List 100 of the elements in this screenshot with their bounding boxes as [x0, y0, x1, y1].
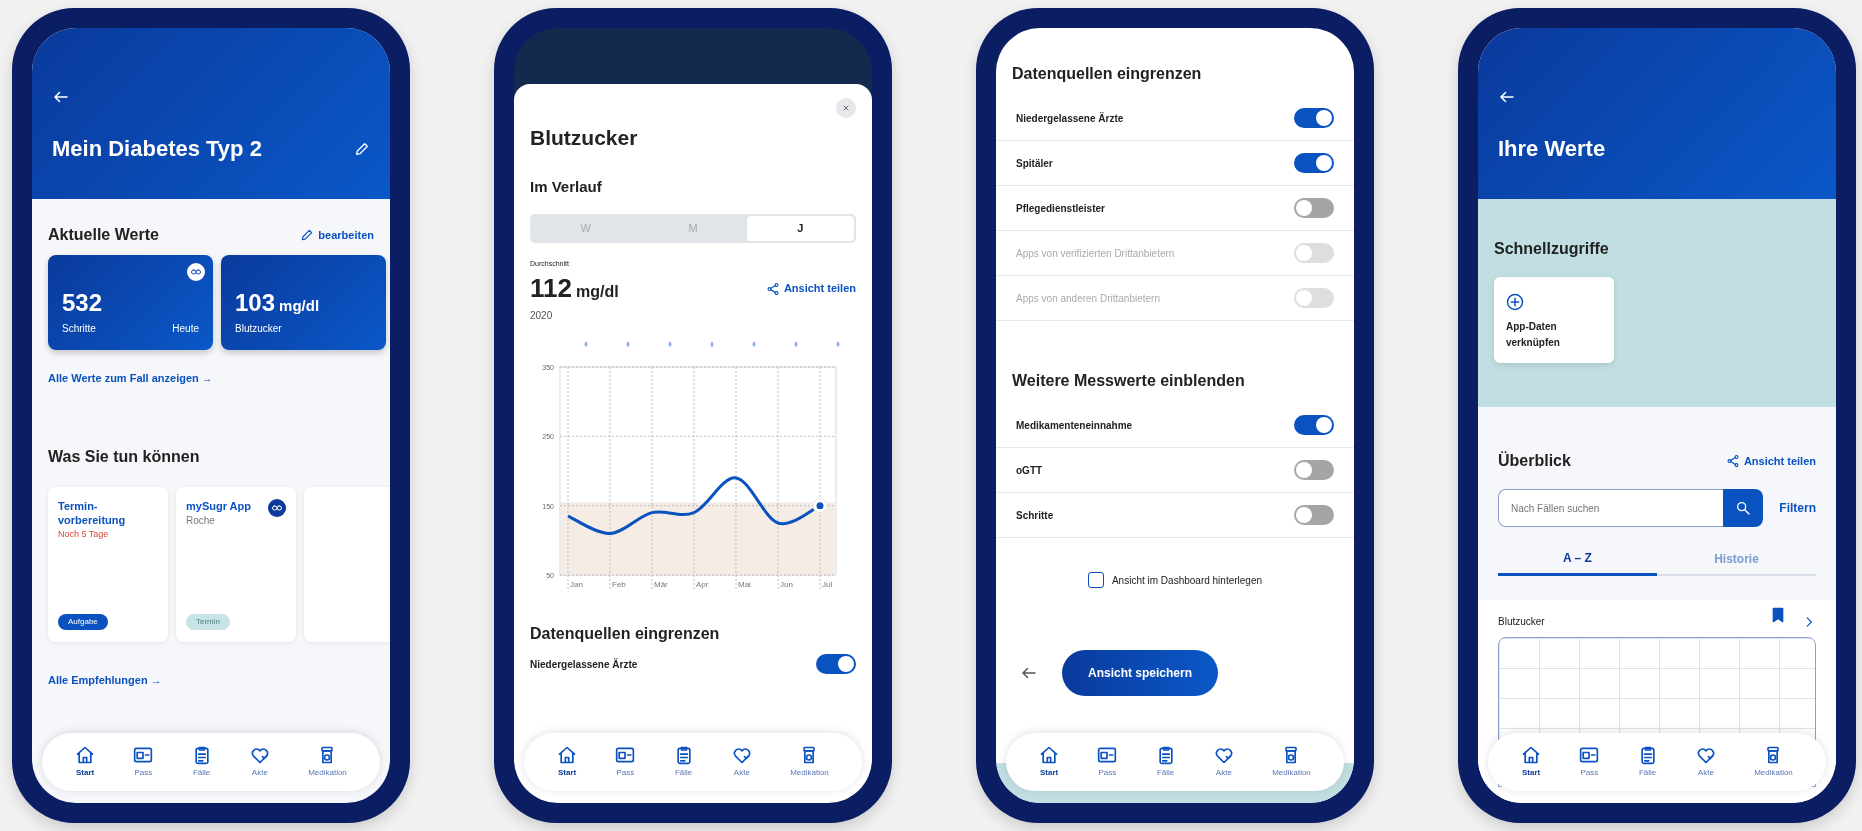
pencil-icon [300, 228, 315, 242]
nav-tab[interactable]: Pass [133, 745, 154, 779]
nav-tab[interactable]: Start [1039, 745, 1060, 779]
list-tab[interactable]: A – Z [1498, 543, 1657, 576]
nav-tab[interactable]: Start [1521, 745, 1542, 779]
card-subtitle: Roche [186, 514, 216, 529]
search-button[interactable] [1723, 489, 1764, 527]
values-link[interactable]: Alle Werte zum Fall anzeigen → [48, 370, 213, 387]
pencil-icon[interactable] [354, 140, 370, 157]
nav-tab[interactable]: Akte [249, 745, 270, 779]
edit-link[interactable]: bearbeiten [300, 226, 374, 244]
toggle-label: Niedergelassene Ärzte [530, 657, 638, 672]
recommendations-link[interactable]: Alle Empfehlungen → [48, 671, 162, 688]
page-title: Ihre Werte [1498, 135, 1607, 163]
axis-label: Apr [696, 580, 709, 589]
toggle-switch[interactable] [1294, 505, 1334, 525]
axis-label: Feb [612, 580, 626, 589]
tile-value: 532 [62, 288, 103, 318]
period-tab[interactable]: J [746, 216, 854, 241]
toggle-switch[interactable] [1294, 198, 1334, 218]
checkbox[interactable] [1087, 572, 1104, 588]
link-icon [268, 498, 286, 517]
nav-tab[interactable]: Akte [1695, 745, 1716, 779]
average-value: 112 [530, 272, 572, 305]
axis-label: Jan [570, 580, 583, 589]
home-icon [1521, 745, 1542, 765]
save-view-button[interactable]: Ansicht speichern [1062, 650, 1219, 696]
axis-label: Mai [738, 580, 751, 589]
card-label: App-Daten verknüpfen [1506, 320, 1561, 350]
toggle-switch[interactable] [1294, 460, 1334, 480]
sheet-title: Blutzucker [530, 125, 639, 151]
nav-tab[interactable]: Start [557, 745, 578, 779]
section-title: Datenquellen eingrenzen [530, 624, 721, 644]
home-icon [557, 745, 578, 765]
heart-icon [731, 745, 752, 765]
id-card-icon [615, 745, 636, 765]
value-tile[interactable]: 532 Schritte Heute [48, 255, 213, 350]
tile-unit: mg/dl [279, 296, 320, 316]
search-field[interactable]: Nach Fällen suchen [1498, 489, 1724, 527]
id-card-icon [1579, 745, 1600, 765]
section-title: Aktuelle Werte [48, 225, 159, 245]
tile-label: Blutzucker [235, 322, 282, 336]
share-icon [765, 281, 780, 296]
link-icon [187, 263, 205, 281]
card-tag: Aufgabe [58, 613, 108, 630]
nav-tab[interactable]: Fälle [673, 745, 694, 779]
toggle-switch[interactable] [1294, 108, 1334, 128]
year-label: 2020 [530, 309, 554, 323]
toggle-label: Niedergelassene Ärzte [1016, 111, 1124, 126]
nav-tab[interactable]: Fälle [191, 745, 212, 779]
card-title: Blutzucker [1498, 615, 1545, 629]
section-title: Überblick [1498, 450, 1571, 471]
plus-circle-icon [1506, 292, 1524, 311]
tile-value: 103 [235, 288, 276, 318]
close-icon [841, 103, 851, 113]
card-subtitle: Noch 5 Tage [58, 528, 110, 542]
nav-tab[interactable]: Fälle [1637, 745, 1658, 779]
toggle-label: Apps von verifizierten Drittanbietern [1016, 246, 1175, 261]
value-tile[interactable]: 103 mg/dl Blutzucker [221, 255, 386, 350]
toggle-switch[interactable] [1294, 415, 1334, 435]
home-icon [1039, 745, 1060, 765]
toggle-label: Schritte [1016, 508, 1054, 523]
nav-tab[interactable]: Medikation [1272, 745, 1311, 779]
nav-tab[interactable]: Fälle [1155, 745, 1176, 779]
recommendation-card[interactable]: mySugr App Roche Termin [176, 486, 296, 642]
home-icon [75, 745, 96, 765]
toggle-label: Spitäler [1016, 156, 1053, 171]
page-title: Mein Diabetes Typ 2 [52, 135, 262, 163]
toggle-label: Apps von anderen Drittanbietern [1016, 291, 1160, 306]
id-card-icon [133, 745, 154, 765]
recommendation-card[interactable]: Termin-vorbereitung Noch 5 Tage Aufgabe [48, 486, 168, 642]
id-card-icon [1097, 745, 1118, 765]
section-title: Was Sie tun können [48, 446, 201, 467]
filter-link[interactable]: Filtern [1779, 499, 1816, 517]
toggle-switch[interactable] [816, 654, 856, 674]
nav-tab[interactable]: Start [75, 745, 96, 779]
nav-tab[interactable]: Pass [1097, 745, 1118, 779]
quick-access-card[interactable]: App-Daten verknüpfen [1494, 277, 1614, 363]
share-link[interactable]: Ansicht teilen [765, 280, 856, 297]
toggle-label: oGTT [1016, 463, 1043, 478]
toggle-label: Medikamenteneinnahme [1016, 418, 1133, 433]
section-title: Weitere Messwerte einblenden [1011, 371, 1246, 391]
toggle-switch[interactable] [1294, 153, 1334, 173]
heart-icon [1213, 745, 1234, 765]
section-title: Datenquellen eingrenzen [1011, 64, 1203, 84]
checkbox-option[interactable]: Ansicht im Dashboard hinterlegen [996, 572, 1354, 588]
heart-icon [249, 745, 270, 765]
nav-tab[interactable]: Akte [731, 745, 752, 779]
share-link[interactable]: Ansicht teilen [1725, 452, 1816, 470]
nav-tab[interactable]: Medikation [308, 745, 347, 779]
nav-tab[interactable]: Akte [1213, 745, 1234, 779]
share-icon [1725, 454, 1740, 468]
nav-tab[interactable]: Medikation [1754, 745, 1793, 779]
nav-tab[interactable]: Pass [615, 745, 636, 779]
heart-icon [1695, 745, 1716, 765]
tile-date: Heute [172, 322, 199, 336]
nav-tab[interactable]: Pass [1579, 745, 1600, 779]
card-title: mySugr App [186, 498, 252, 514]
nav-tab[interactable]: Medikation [790, 745, 829, 779]
axis-label: Jun [780, 580, 793, 589]
